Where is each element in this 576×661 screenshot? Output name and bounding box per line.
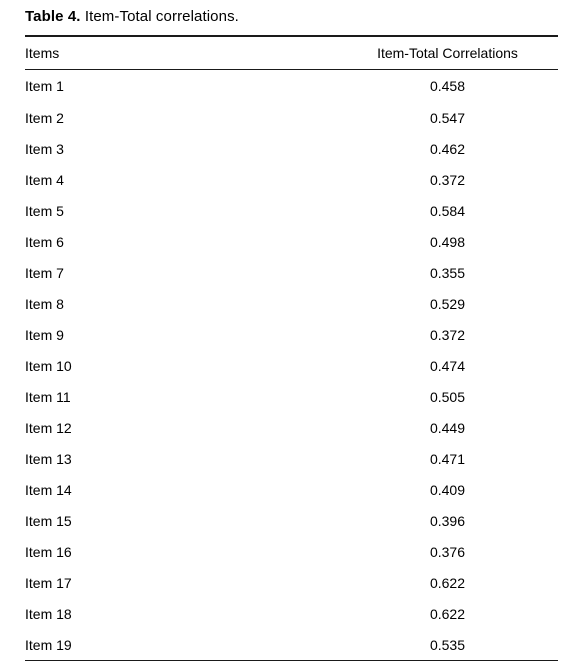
table-row: Item 10 0.474: [25, 350, 558, 381]
table-caption-text: Item-Total correlations.: [80, 8, 239, 25]
cell-item-label: Item 11: [25, 388, 71, 405]
cell-item-total-correlation: 0.535: [337, 629, 558, 661]
table-row: Item 5 0.584: [25, 195, 558, 226]
table-row: Item 11 0.505: [25, 381, 558, 412]
table-row: Item 2 0.547: [25, 102, 558, 133]
table-caption: Table 4. Item-Total correlations.: [25, 7, 239, 26]
cell-item-label: Item 2: [25, 109, 64, 126]
cell-item-label: Item 3: [25, 140, 64, 157]
cell-item-label: Item 1: [25, 78, 64, 94]
table-row: Item 1 0.458: [25, 70, 558, 103]
cell-item-label: Item 5: [25, 202, 64, 219]
cell-item-label: Item 7: [25, 264, 64, 281]
cell-item-label: Item 19: [25, 629, 337, 661]
table-row: Item 6 0.498: [25, 226, 558, 257]
cell-item-total-correlation: 0.376: [429, 543, 466, 560]
cell-item-label: Item 10: [25, 357, 72, 374]
table-row: Item 7 0.355: [25, 257, 558, 288]
table-body: Item 1 0.458 Item 2 0.547 Item 3 0.462 Item 4 0…: [25, 70, 558, 661]
column-header-correlations: Item-Total Correlations: [337, 35, 558, 70]
cell-item-total-correlation: 0.622: [429, 605, 466, 622]
table-row: Item 13 0.471: [25, 443, 558, 474]
table-header: Items Item-Total Correlations: [25, 35, 558, 70]
cell-item-total-correlation: 0.458: [429, 78, 466, 94]
table-page: Table 4. Item-Total correlations. Items …: [0, 0, 576, 661]
table-row: Item 15 0.396: [25, 505, 558, 536]
item-total-correlations-table: Items Item-Total Correlations Item 1 0.45…: [25, 35, 558, 661]
cell-item-label: Item 16: [25, 543, 72, 560]
table-row: Item 3 0.462: [25, 133, 558, 164]
cell-item-total-correlation: 0.355: [429, 264, 466, 281]
cell-item-label: Item 4: [25, 171, 64, 188]
cell-item-label: Item 6: [25, 233, 64, 250]
cell-item-total-correlation: 0.474: [429, 357, 466, 374]
cell-item-label: Item 18: [25, 605, 72, 622]
table-header-row: Items Item-Total Correlations: [25, 35, 558, 70]
cell-item-total-correlation: 0.547: [429, 109, 466, 126]
cell-item-label: Item 8: [25, 295, 64, 312]
cell-item-label: Item 15: [25, 512, 72, 529]
cell-item-total-correlation: 0.529: [429, 295, 466, 312]
table-row: Item 4 0.372: [25, 164, 558, 195]
table-caption-label: Table 4.: [25, 8, 81, 25]
table-row: Item 19 0.535: [25, 629, 558, 661]
table-row: Item 18 0.622: [25, 598, 558, 629]
cell-item-total-correlation: 0.372: [429, 171, 466, 188]
cell-item-label: Item 9: [25, 326, 64, 343]
cell-item-total-correlation: 0.409: [429, 481, 466, 498]
cell-item-total-correlation: 0.498: [429, 233, 466, 250]
cell-item-total-correlation: 0.449: [429, 419, 466, 436]
table-row: Item 17 0.622: [25, 567, 558, 598]
cell-item-total-correlation: 0.462: [429, 140, 466, 157]
table-row: Item 8 0.529: [25, 288, 558, 319]
cell-item-label: Item 14: [25, 481, 72, 498]
cell-item-label: Item 17: [25, 574, 72, 591]
cell-item-total-correlation: 0.505: [429, 388, 466, 405]
table-row: Item 12 0.449: [25, 412, 558, 443]
cell-item-total-correlation: 0.584: [429, 202, 466, 219]
table-row: Item 16 0.376: [25, 536, 558, 567]
table-container: Items Item-Total Correlations Item 1 0.45…: [25, 35, 558, 661]
column-header-items: Items: [25, 35, 337, 70]
table-row: Item 9 0.372: [25, 319, 558, 350]
cell-item-total-correlation: 0.471: [429, 450, 466, 467]
cell-item-total-correlation: 0.622: [429, 574, 466, 591]
cell-item-total-correlation: 0.372: [429, 326, 466, 343]
cell-item-label: Item 12: [25, 419, 72, 436]
table-row: Item 14 0.409: [25, 474, 558, 505]
cell-item-label: Item 13: [25, 450, 72, 467]
cell-item-total-correlation: 0.396: [429, 512, 466, 529]
